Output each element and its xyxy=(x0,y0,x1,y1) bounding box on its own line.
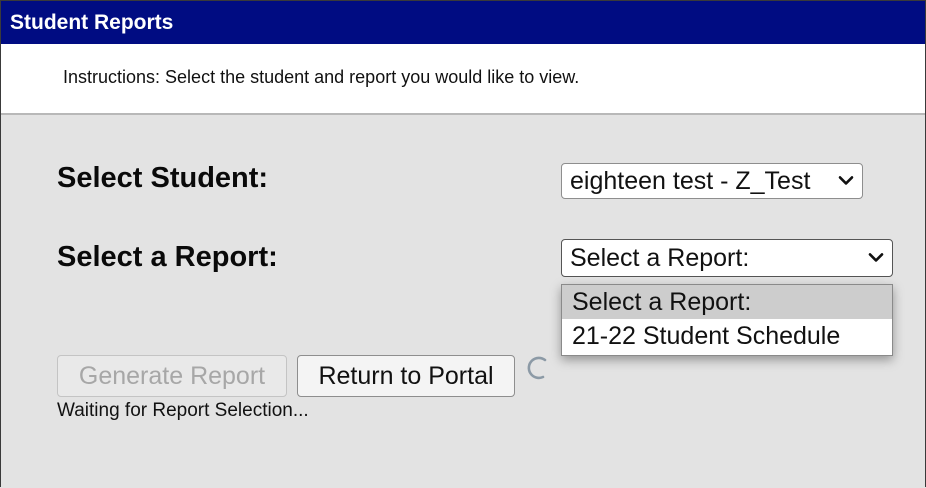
chevron-down-icon xyxy=(838,176,854,185)
report-dropdown-list: Select a Report: 21-22 Student Schedule xyxy=(561,284,893,356)
status-message: Waiting for Report Selection... xyxy=(57,400,309,421)
select-report-label: Select a Report: xyxy=(57,241,278,273)
student-select[interactable]: eighteen test - Z_Test xyxy=(561,163,863,199)
generate-report-button[interactable]: Generate Report xyxy=(57,355,287,397)
return-to-portal-button[interactable]: Return to Portal xyxy=(297,355,515,397)
instructions-text: Instructions: Select the student and rep… xyxy=(63,67,580,87)
report-select-value: Select a Report: xyxy=(570,244,750,272)
select-student-label: Select Student: xyxy=(57,162,269,194)
instructions-panel: Instructions: Select the student and rep… xyxy=(1,44,925,115)
student-select-value: eighteen test - Z_Test xyxy=(570,167,811,195)
window-title: Student Reports xyxy=(1,1,925,44)
report-option-placeholder[interactable]: Select a Report: xyxy=(562,285,892,319)
app-window: Student Reports Instructions: Select the… xyxy=(0,0,926,487)
report-select[interactable]: Select a Report: xyxy=(561,239,893,277)
spinner-icon xyxy=(527,356,547,380)
chevron-down-icon xyxy=(868,253,884,262)
report-option-student-schedule[interactable]: 21-22 Student Schedule xyxy=(562,319,892,353)
